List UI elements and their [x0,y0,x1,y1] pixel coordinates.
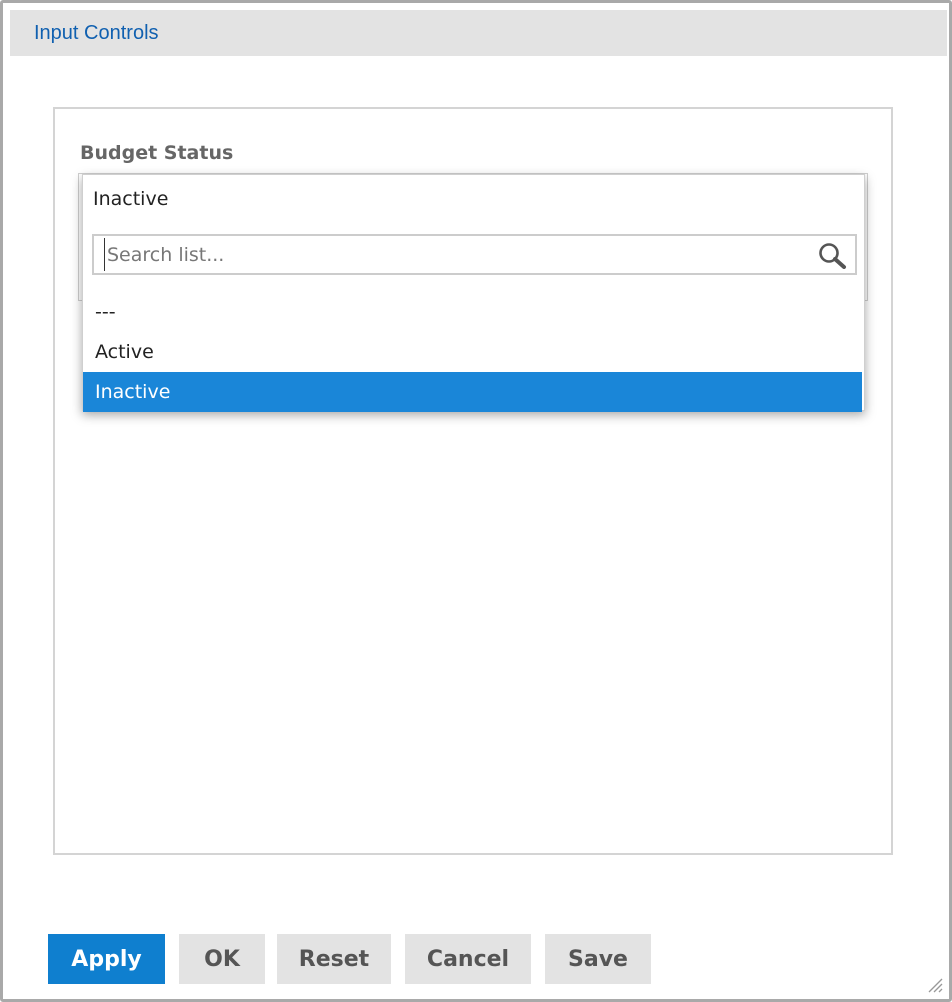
option-inactive[interactable]: Inactive [83,372,862,412]
option-list: --- Active Inactive [83,292,864,412]
dialog-title: Input Controls [34,22,159,44]
dialog-header[interactable]: Input Controls [10,10,947,56]
cancel-button[interactable]: Cancel [405,934,531,984]
resize-grip-icon[interactable] [925,975,943,993]
search-input[interactable] [104,238,807,271]
search-box [92,234,857,275]
budget-status-dropdown: Inactive --- Active Inactive [82,174,865,412]
input-controls-dialog: Input Controls Budget Status Inactive --… [0,0,952,1002]
selected-value[interactable]: Inactive [93,188,168,210]
budget-status-label: Budget Status [80,142,234,164]
option-active[interactable]: Active [83,332,864,372]
apply-button[interactable]: Apply [48,934,165,984]
reset-button[interactable]: Reset [277,934,391,984]
save-button[interactable]: Save [545,934,651,984]
ok-button[interactable]: OK [179,934,265,984]
search-icon[interactable] [817,241,847,269]
option-none[interactable]: --- [83,292,864,332]
